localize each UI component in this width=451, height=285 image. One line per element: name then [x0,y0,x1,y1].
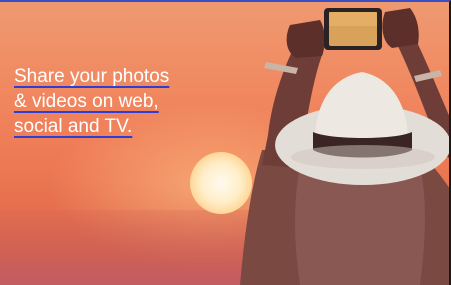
headline-line: & videos on web, [14,91,159,112]
right-hand [382,8,419,48]
woman-photographing-image [240,8,451,285]
phone-icon [324,8,382,50]
headline-line: social and TV. [14,116,133,137]
left-hand [286,20,325,58]
headline: Share your photos & videos on web, socia… [14,64,234,139]
headline-link[interactable]: Share your photos & videos on web, socia… [14,64,234,139]
headline-line: Share your photos [14,66,170,87]
hero-banner: Share your photos & videos on web, socia… [0,0,451,285]
